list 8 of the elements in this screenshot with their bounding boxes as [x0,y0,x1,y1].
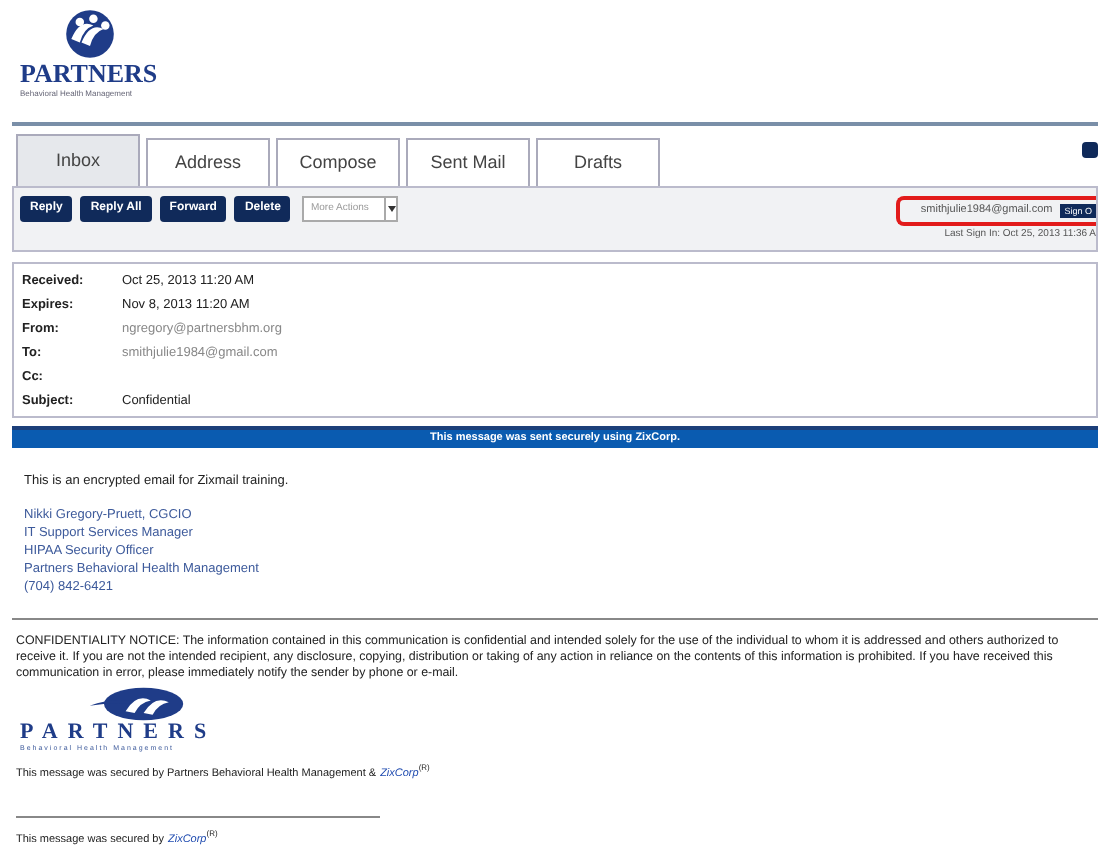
logo-wordmark: PARTNERS [20,60,158,88]
tab[interactable]: Address [146,137,270,186]
logo-wordmark: PARTNERS [20,722,217,745]
tab[interactable]: Sent Mail [406,137,530,186]
tab[interactable]: Drafts [536,137,660,186]
dropdown-arrow-icon [384,197,397,220]
tab[interactable]: Compose [276,137,400,186]
tab[interactable]: Inbox [16,133,140,186]
